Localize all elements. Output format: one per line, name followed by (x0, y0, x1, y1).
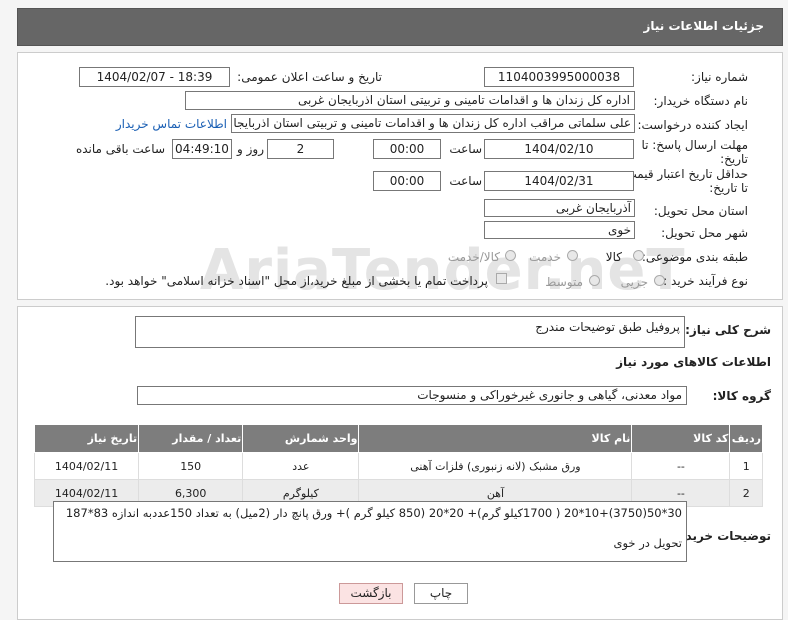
creator-field: علی سلماتی مراقب اداره کل زندان ها و اقد… (231, 114, 635, 133)
col-date: تاریخ نیاز (33, 424, 140, 453)
buyer-notes-line-1: 30*50(3750)+10*20 ( 1700کیلو گرم)+ 20*20… (65, 506, 682, 520)
description-label: شرح کلی نیاز: (685, 323, 771, 337)
process-label: نوع فرآیند خرید : (663, 274, 748, 288)
city-label: شهر محل تحویل: (661, 226, 748, 240)
category-option-goods-service: کالا/خدمت (447, 250, 500, 264)
buyer-org-field: اداره کل زندان ها و اقدامات تامینی و ترب… (185, 91, 635, 110)
buyer-notes-textarea[interactable]: 30*50(3750)+10*20 ( 1700کیلو گرم)+ 20*20… (53, 501, 687, 562)
treasury-payment-note: پرداخت تمام یا بخشی از مبلغ خرید،از محل … (105, 274, 488, 288)
cell-qty: 150 (138, 452, 244, 480)
need-number-label: شماره نیاز: (691, 70, 748, 84)
buyer-contact-link[interactable]: اطلاعات تماس خریدار (116, 117, 227, 131)
validity-date-field: 1404/02/31 (484, 171, 634, 191)
watermark: AriaTender.neT (200, 238, 686, 303)
cell-row: 2 (729, 479, 763, 507)
goods-table-header: ردیف کد کالا نام کالا واحد شمارش تعداد /… (33, 424, 763, 453)
col-name: نام کالا (358, 424, 633, 453)
category-label: طبقه بندی موضوعی: (641, 250, 748, 264)
buyer-notes-line-2: تحویل در خوی (613, 536, 682, 550)
announce-datetime-field: 1404/02/07 - 18:39 (79, 67, 230, 87)
category-option-goods: کالا (605, 250, 622, 264)
deadline-time-label: ساعت (449, 142, 482, 156)
page-header: جزئیات اطلاعات نیاز (17, 8, 783, 46)
province-label: استان محل تحویل: (653, 204, 748, 218)
goods-section-title: اطلاعات کالاهای مورد نیاز (616, 355, 771, 369)
back-button[interactable]: بازگشت (339, 583, 403, 604)
process-radio-minor[interactable] (654, 275, 665, 286)
province-field: آذربایجان غربی (484, 199, 635, 217)
validity-label-2: تا تاریخ: (709, 181, 748, 195)
category-radio-goods[interactable] (633, 250, 644, 261)
goods-group-field: مواد معدنی، گیاهی و جانوری غیرخوراکی و م… (137, 386, 687, 405)
goods-group-label: گروه کالا: (712, 389, 771, 403)
goods-table: ردیف کد کالا نام کالا واحد شمارش تعداد /… (33, 424, 763, 507)
process-option-minor: جزیی (620, 275, 648, 289)
cell-row: 1 (729, 452, 763, 480)
cell-code: -- (631, 452, 731, 480)
deadline-date-field: 1404/02/10 (484, 139, 634, 159)
buyer-org-label: نام دستگاه خریدار: (653, 94, 749, 108)
deadline-label-2: تاریخ: (720, 152, 748, 166)
print-button[interactable]: چاپ (414, 583, 468, 604)
remaining-time-field: 04:49:10 (172, 139, 232, 159)
cell-date: 1404/02/11 (33, 452, 140, 480)
category-option-service: خدمت (529, 250, 561, 264)
creator-label: ایجاد کننده درخواست: (637, 118, 748, 132)
remaining-label: ساعت باقی مانده (75, 142, 165, 156)
city-field: خوی (484, 221, 635, 239)
deadline-time-field: 00:00 (373, 139, 441, 159)
process-radio-medium[interactable] (589, 275, 600, 286)
validity-time-field: 00:00 (373, 171, 441, 191)
table-row: 1 -- ورق مشبک (لانه زنبوری) فلزات آهنی ع… (33, 452, 763, 480)
need-number-field: 1104003995000038 (484, 67, 634, 87)
page-title: جزئیات اطلاعات نیاز (643, 19, 764, 33)
announce-label: تاریخ و ساعت اعلان عمومی: (237, 70, 382, 84)
days-label: روز و (237, 142, 264, 156)
category-radio-service[interactable] (567, 250, 578, 261)
col-unit: واحد شمارش (242, 424, 360, 453)
process-option-medium: متوسط (545, 275, 583, 289)
col-qty: تعداد / مقدار (138, 424, 244, 453)
validity-label: حداقل تاریخ اعتبار قیمت: (621, 167, 748, 181)
col-code: کد کالا (631, 424, 731, 453)
cell-name: ورق مشبک (لانه زنبوری) فلزات آهنی (358, 452, 633, 480)
days-field: 2 (267, 139, 334, 159)
deadline-label: مهلت ارسال پاسخ: تا (641, 138, 748, 152)
category-radio-goods-service[interactable] (505, 250, 516, 261)
col-row: ردیف (729, 424, 763, 453)
goods-table-wrap: ردیف کد کالا نام کالا واحد شمارش تعداد /… (33, 424, 763, 507)
validity-time-label: ساعت (449, 174, 482, 188)
treasury-payment-checkbox[interactable] (496, 273, 507, 284)
description-textarea[interactable]: پروفیل طبق توضیحات مندرج (135, 316, 685, 348)
cell-unit: عدد (242, 452, 360, 480)
